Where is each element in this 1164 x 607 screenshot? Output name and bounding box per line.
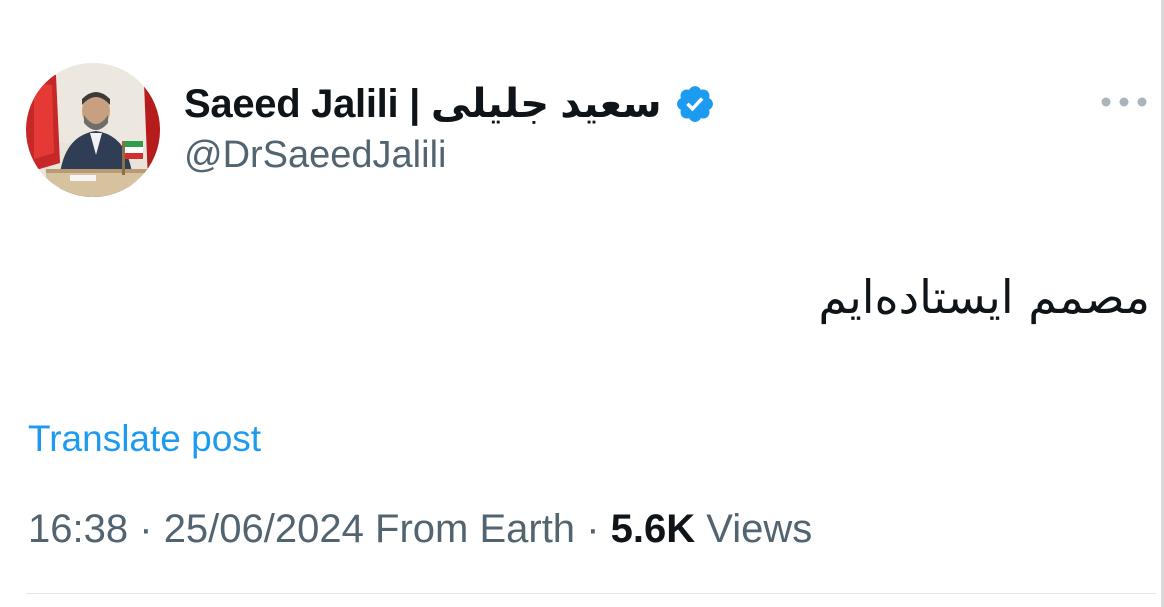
verified-badge-icon [676, 86, 713, 122]
avatar[interactable] [26, 63, 160, 197]
tweet-meta: 16:38 · 25/06/2024 From Earth · 5.6K Vie… [28, 507, 812, 552]
meta-separator-2: · [586, 507, 600, 551]
divider [26, 593, 1156, 594]
meta-separator: · [139, 507, 153, 551]
views-count: 5.6K [610, 507, 696, 551]
tweet-source: From Earth [375, 507, 576, 551]
display-name[interactable]: Saeed Jalili | سعید جلیلی [184, 81, 662, 127]
profile-photo-icon [26, 63, 160, 197]
tweet-text: مصمم ایستاده‌ایم [818, 270, 1150, 324]
more-options-icon[interactable] [1098, 90, 1150, 114]
tweet-time[interactable]: 16:38 [28, 507, 128, 551]
tweet-date[interactable]: 25/06/2024 [164, 507, 364, 551]
views-label: Views [706, 507, 813, 551]
author-name-row: Saeed Jalili | سعید جلیلی [184, 78, 716, 130]
translate-post-link[interactable]: Translate post [28, 418, 261, 460]
author-handle[interactable]: @DrSaeedJalili [184, 134, 446, 177]
